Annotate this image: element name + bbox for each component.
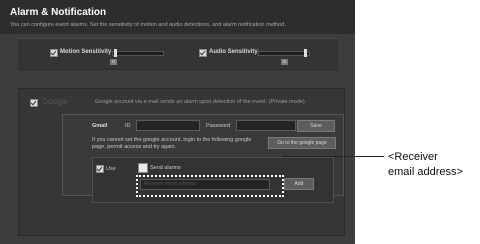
use-label: Use	[106, 166, 116, 172]
google-logo: Google	[42, 97, 68, 106]
send-alarms-checkbox[interactable]	[138, 163, 148, 173]
alarm-notification-panel: Alarm & Notification You can configure e…	[0, 0, 355, 244]
google-description: Google account via e-mail sends an alarm…	[95, 99, 305, 105]
password-label: Password	[206, 123, 231, 129]
panel-header: Alarm & Notification You can configure e…	[0, 0, 355, 34]
audio-sensitivity-slider[interactable]	[258, 49, 310, 57]
google-checkbox[interactable]	[30, 99, 38, 107]
gmail-id-input[interactable]	[136, 120, 200, 131]
audio-sensitivity-label: Audio Sensitivity	[209, 49, 258, 55]
use-checkbox[interactable]	[96, 165, 104, 173]
gmail-label: Gmail	[92, 123, 108, 129]
motion-slider-thumb[interactable]	[114, 49, 117, 57]
panel-description: You can configure event alarms. Set the …	[10, 22, 286, 28]
gmail-password-input[interactable]	[236, 120, 296, 131]
callout-line	[282, 156, 384, 157]
motion-sensitivity-value: 0	[110, 59, 117, 65]
id-label: ID	[125, 123, 131, 129]
audio-sensitivity-value: 8	[281, 59, 288, 65]
goto-google-page-button[interactable]: Go to the google page	[268, 137, 336, 149]
motion-sensitivity-slider[interactable]	[112, 49, 164, 57]
callout-line2: email address>	[388, 166, 463, 178]
audio-sensitivity-checkbox[interactable]	[199, 49, 207, 57]
motion-sensitivity-checkbox[interactable]	[50, 49, 58, 57]
panel-title: Alarm & Notification	[10, 7, 107, 18]
send-alarms-label: Send alarms	[150, 165, 181, 171]
callout-line1: <Receiver	[388, 151, 438, 163]
motion-sensitivity-label: Motion Sensitivity	[60, 49, 112, 55]
audio-slider-thumb[interactable]	[304, 49, 307, 57]
receiver-email-callout: <Receiver email address>	[388, 150, 463, 180]
add-button[interactable]: Add	[284, 178, 314, 190]
receiver-email-highlight	[136, 175, 284, 197]
save-button[interactable]: Save	[297, 120, 335, 132]
google-help-text: If you cannot set the google account, lo…	[92, 137, 252, 150]
